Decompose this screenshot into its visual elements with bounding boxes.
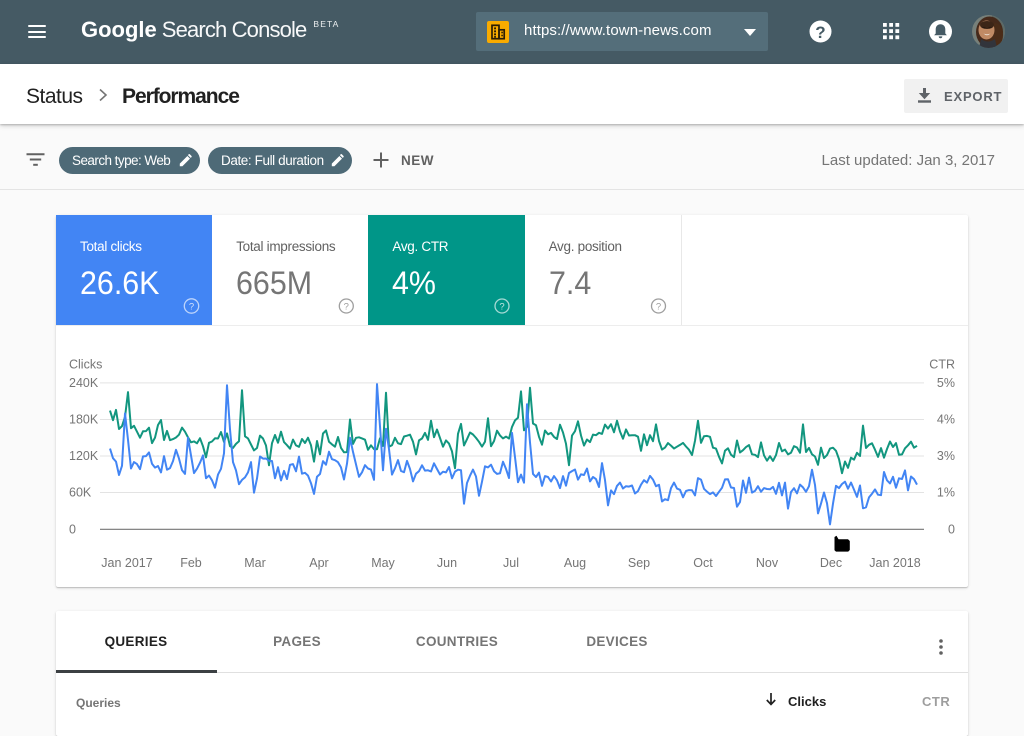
svg-text:5%: 5% [937,376,955,390]
svg-text:Mar: Mar [244,556,266,570]
svg-text:60K: 60K [69,486,92,500]
svg-text:120K: 120K [69,449,99,463]
svg-text:?: ? [189,302,194,313]
svg-text:Apr: Apr [309,556,328,570]
svg-text:?: ? [656,302,661,313]
svg-text:Jan 2017: Jan 2017 [101,556,152,570]
svg-text:CTR: CTR [929,358,955,372]
svg-text:3%: 3% [937,449,955,463]
svg-text:Aug: Aug [564,556,586,570]
svg-text:0: 0 [69,522,76,536]
svg-text:Clicks: Clicks [69,358,102,372]
svg-text:0: 0 [948,522,955,536]
svg-text:May: May [371,556,395,570]
svg-text:1%: 1% [937,486,955,500]
svg-text:4%: 4% [937,413,955,427]
svg-text:Jan 2018: Jan 2018 [869,556,920,570]
svg-text:240K: 240K [69,376,99,390]
svg-text:Jul: Jul [503,556,519,570]
svg-text:180K: 180K [69,413,99,427]
svg-text:Sep: Sep [628,556,650,570]
svg-text:Nov: Nov [756,556,779,570]
svg-text:Oct: Oct [693,556,713,570]
svg-text:Jun: Jun [437,556,457,570]
svg-text:Dec: Dec [820,556,842,570]
svg-text:?: ? [815,23,825,42]
svg-text:Feb: Feb [180,556,202,570]
svg-text:?: ? [344,302,349,313]
svg-text:?: ? [499,302,504,313]
